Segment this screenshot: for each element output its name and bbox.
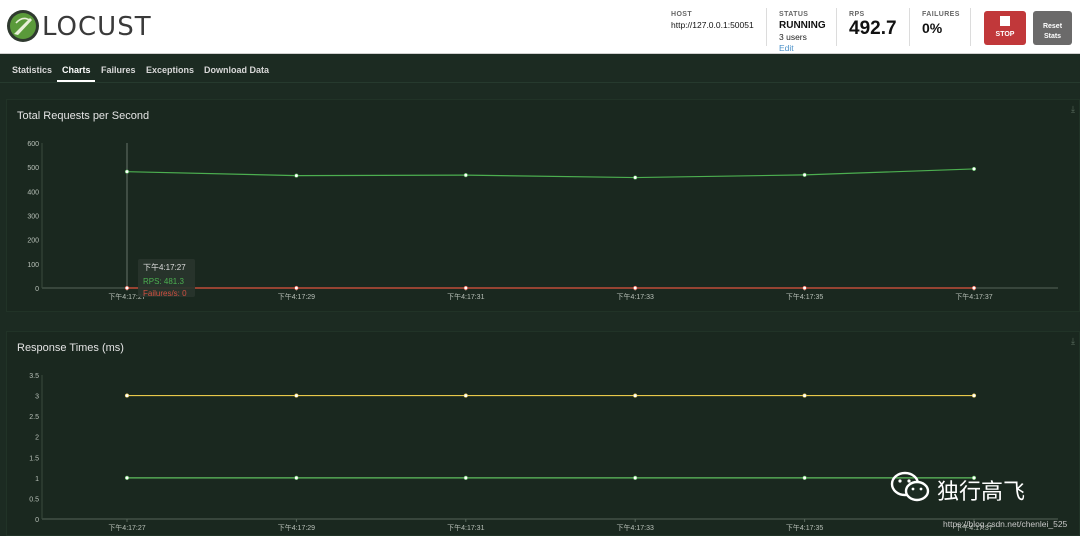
y-tick-label: 0 <box>35 517 39 524</box>
data-point <box>971 393 977 398</box>
y-tick-label: 3.5 <box>29 373 39 380</box>
wechat-icon <box>890 471 930 502</box>
watermark: 独行高飞 <box>890 470 1025 509</box>
x-tick-label: 下午4:17:29 <box>278 523 315 532</box>
data-point <box>463 393 468 398</box>
response-time-chart: 0 0.5 1 1.5 2 2.5 3 3.5 下午4:17:27 下午4:17:29 下午4:17… <box>29 373 1058 532</box>
y-tick-label: 1.5 <box>29 455 39 462</box>
data-point <box>802 393 807 398</box>
y-tick-label: 1 <box>35 476 39 483</box>
data-point <box>124 393 130 398</box>
y-tick-label: 0.5 <box>29 496 39 503</box>
watermark-text: 独行高飞 <box>937 480 1026 505</box>
data-point <box>294 475 299 480</box>
data-point <box>294 393 299 398</box>
x-tick-label: 下午4:17:33 <box>617 523 654 532</box>
watermark-url: https://blog.csdn.net/chenlei_525 <box>943 519 1068 529</box>
data-point <box>124 475 130 480</box>
data-point <box>633 393 638 398</box>
data-point <box>802 475 807 480</box>
data-point <box>463 475 468 480</box>
data-point <box>633 475 638 480</box>
y-tick-label: 2.5 <box>29 414 39 421</box>
y-tick-label: 2 <box>35 435 39 442</box>
x-tick-label: 下午4:17:31 <box>447 523 484 532</box>
x-tick-label: 下午4:17:27 <box>108 523 145 532</box>
y-tick-label: 3 <box>35 394 39 401</box>
x-tick-label: 下午4:17:35 <box>786 523 823 532</box>
